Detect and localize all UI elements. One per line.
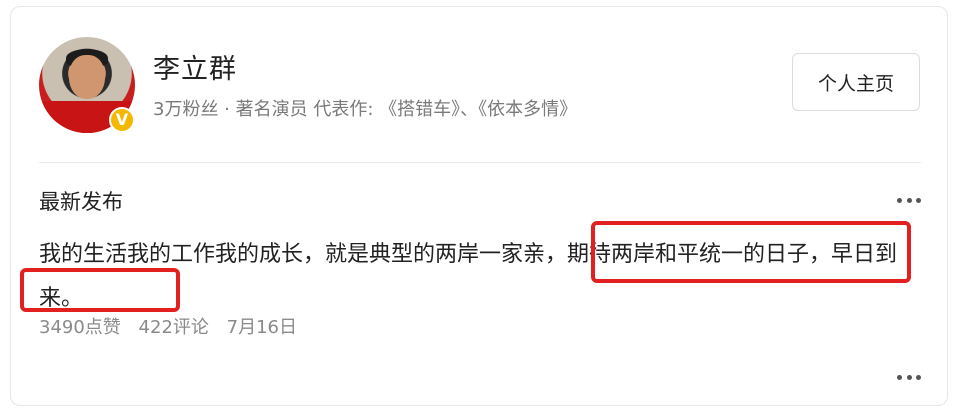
- profile-card: V 李立群 3万粉丝 · 著名演员 代表作: 《搭错车》、《依本多情》 个人主页…: [10, 6, 948, 406]
- verified-badge-icon: V: [109, 107, 135, 133]
- comments-count[interactable]: 422评论: [139, 317, 209, 338]
- section-title: 最新发布: [39, 190, 123, 214]
- highlight-annotation: [591, 221, 911, 283]
- divider: [39, 162, 921, 163]
- post-date: 7月16日: [226, 317, 297, 338]
- highlight-annotation: [20, 268, 180, 312]
- more-options-icon[interactable]: [897, 373, 921, 381]
- profile-homepage-button[interactable]: 个人主页: [792, 53, 920, 111]
- likes-count[interactable]: 3490点赞: [39, 317, 121, 338]
- profile-meta: 3万粉丝 · 著名演员 代表作: 《搭错车》、《依本多情》: [153, 99, 578, 120]
- post-stats: 3490点赞 422评论 7月16日: [39, 313, 309, 339]
- avatar-face: [69, 55, 105, 99]
- profile-name[interactable]: 李立群: [153, 47, 237, 86]
- more-options-icon[interactable]: [897, 196, 921, 204]
